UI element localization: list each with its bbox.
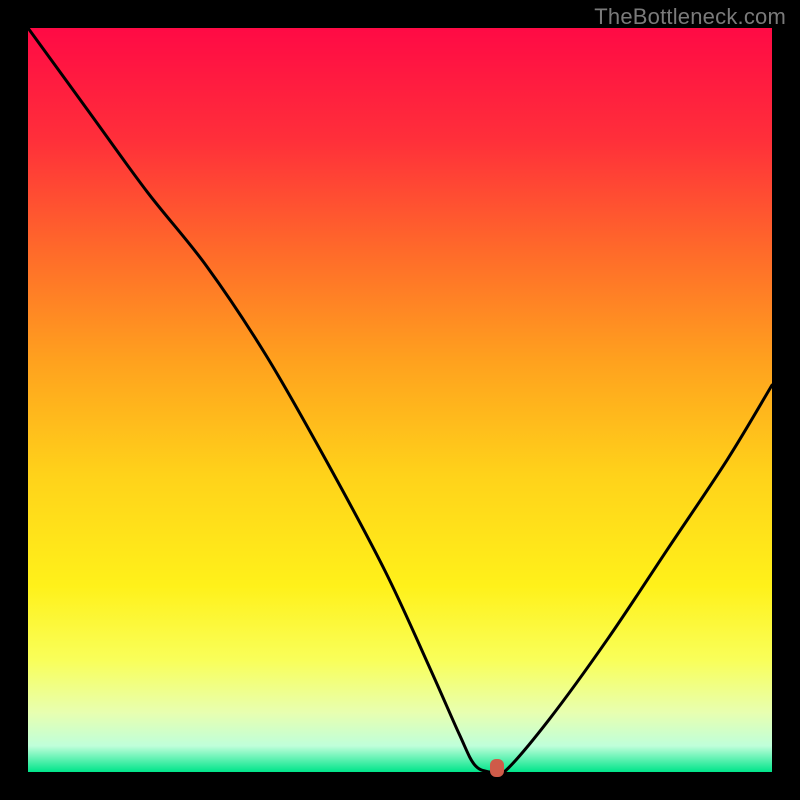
optimal-point-marker (490, 759, 504, 777)
watermark-text: TheBottleneck.com (594, 4, 786, 30)
chart-frame: TheBottleneck.com (0, 0, 800, 800)
bottleneck-chart (28, 28, 772, 772)
plot-area (28, 28, 772, 772)
gradient-bg (28, 28, 772, 772)
